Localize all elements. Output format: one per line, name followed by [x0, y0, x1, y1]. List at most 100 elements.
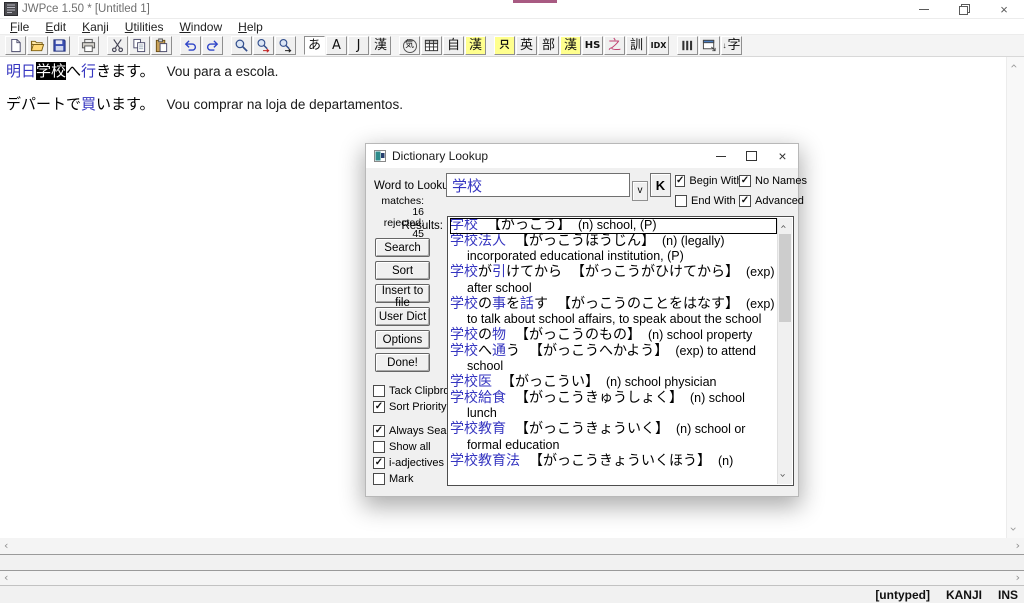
results-list[interactable]: 学校【がっこう】(n) school, (P)学校法人【がっこうほうじん】(n)…	[447, 216, 794, 486]
minimize-button[interactable]	[904, 0, 944, 18]
scroll-left-icon[interactable]: ‹	[4, 539, 8, 552]
scroll-up-icon[interactable]: ›	[777, 224, 790, 228]
user-dict-icon: 自	[447, 39, 460, 52]
results-scrollbar[interactable]: › ›	[777, 218, 792, 484]
new-file-button[interactable]	[5, 36, 26, 55]
scrollbar-thumb[interactable]	[779, 234, 791, 322]
word-lookup-input[interactable]: 学校	[446, 173, 630, 197]
scroll-right-icon[interactable]: ›	[1016, 539, 1020, 552]
result-segment: (n) school, (P)	[578, 218, 657, 232]
text-segment: います。	[96, 95, 155, 113]
kanji-info-button[interactable]: 気	[399, 36, 420, 55]
scroll-right-icon[interactable]: ›	[1016, 571, 1020, 584]
text-segment: デパートで	[6, 95, 81, 113]
kanji-lookup-icon: 漢	[564, 39, 577, 52]
skip-icon: 之	[608, 39, 621, 52]
scroll-down-icon[interactable]: ›	[777, 473, 790, 477]
close-button[interactable]: ×	[984, 0, 1024, 18]
result-entry[interactable]: 学校教育【がっこうきょういく】(n) school or formal educ…	[450, 422, 777, 453]
search-replace-icon	[256, 38, 271, 53]
halpern-strokes-button[interactable]: HS	[582, 36, 603, 55]
menu-kanji[interactable]: Kanji	[74, 20, 117, 34]
scroll-up-icon[interactable]: ›	[1006, 64, 1020, 69]
print-button[interactable]	[78, 36, 99, 55]
result-segment: 物	[492, 327, 506, 343]
result-entry[interactable]: 学校が引けてから【がっこうがひけてから】(exp) after school	[450, 265, 777, 296]
result-segment: (n) school physician	[606, 375, 716, 389]
cut-button[interactable]	[107, 36, 128, 55]
menu-bar: File Edit Kanji Utilities Window Help	[0, 19, 1024, 35]
horizontal-scrollbar-top[interactable]: ‹ ›	[0, 538, 1024, 555]
end-with-checkbox[interactable]: End With	[675, 195, 739, 207]
text-segment: Vou para a escola.	[155, 64, 279, 79]
result-entry[interactable]: 学校の事を話す【がっこうのことをはなす】(exp) to talk about …	[450, 297, 777, 328]
minimize-icon	[716, 156, 726, 157]
kanji-lookup-button[interactable]: 漢	[560, 36, 581, 55]
result-entry[interactable]: 学校の物【がっこうのもの】(n) school property	[450, 328, 777, 344]
menu-edit[interactable]: Edit	[37, 20, 74, 34]
checkbox-box: ✓	[373, 457, 385, 469]
result-entry[interactable]: 学校法人【がっこうほうじん】(n) (legally) incorporated…	[450, 234, 777, 265]
user-dictionary-button[interactable]: 自	[443, 36, 464, 55]
window-options-button[interactable]	[699, 36, 720, 55]
horizontal-scrollbar-bottom[interactable]: ‹ ›	[0, 571, 1024, 586]
begin-with-checkbox[interactable]: ✓Begin With	[675, 175, 739, 187]
undo-button[interactable]	[180, 36, 201, 55]
save-file-button[interactable]	[49, 36, 70, 55]
replace-button[interactable]	[253, 36, 274, 55]
user-dict-button[interactable]: User Dict	[375, 307, 430, 326]
no-names-checkbox[interactable]: ✓No Names	[739, 175, 807, 187]
radical-grid-lookup-button[interactable]	[421, 36, 442, 55]
result-segment: 学校	[450, 264, 478, 280]
bottom-strip	[0, 555, 1024, 571]
advanced-checkbox[interactable]: ✓Advanced	[739, 195, 807, 207]
options-button[interactable]: Options	[375, 330, 430, 349]
skip-code-button[interactable]: 之	[604, 36, 625, 55]
jascii-mode-button[interactable]: J	[348, 36, 369, 55]
bushu-lookup-button[interactable]: 部	[538, 36, 559, 55]
restore-button[interactable]	[944, 0, 984, 18]
menu-window[interactable]: Window	[171, 20, 230, 34]
kanji-mode-button[interactable]: 漢	[370, 36, 391, 55]
jis-code-lookup-button[interactable]: 只	[494, 36, 515, 55]
scroll-left-icon[interactable]: ‹	[4, 571, 8, 584]
clipboard-icon	[154, 38, 169, 53]
result-entry[interactable]: 学校医【がっこうい】(n) school physician	[450, 375, 777, 391]
done-button[interactable]: Done!	[375, 353, 430, 372]
lookup-history-dropdown[interactable]: v	[632, 181, 648, 201]
hiragana-mode-button[interactable]: あ	[304, 36, 325, 55]
result-entry[interactable]: 学校教育法【がっこうきょういくほう】(n)	[450, 454, 777, 470]
search-button[interactable]: Search	[375, 238, 430, 257]
k-convert-button[interactable]: K	[650, 173, 671, 197]
scroll-down-icon[interactable]: ›	[1006, 527, 1020, 532]
kanji-convert-button[interactable]: 漢	[465, 36, 486, 55]
menu-help[interactable]: Help	[230, 20, 271, 34]
ascii-mode-button[interactable]: A	[326, 36, 347, 55]
reading-lookup-button[interactable]: 訓	[626, 36, 647, 55]
text-segment: Vou comprar na loja de departamentos.	[155, 97, 403, 112]
search-button[interactable]	[231, 36, 252, 55]
dialog-close-button[interactable]: ×	[767, 144, 798, 168]
english-lookup-button[interactable]: 英	[516, 36, 537, 55]
copy-button[interactable]	[129, 36, 150, 55]
character-info-button[interactable]: ↓字	[721, 36, 742, 55]
text-segment: へ	[66, 62, 81, 80]
editor-vertical-scrollbar[interactable]: › ›	[1006, 57, 1024, 538]
paste-button[interactable]	[151, 36, 172, 55]
search-next-button[interactable]	[275, 36, 296, 55]
count-button[interactable]	[677, 36, 698, 55]
dialog-minimize-button[interactable]	[705, 144, 736, 168]
index-lookup-button[interactable]: IDX	[648, 36, 669, 55]
result-segment: が	[478, 264, 492, 280]
menu-utilities[interactable]: Utilities	[117, 20, 172, 34]
sort-button[interactable]: Sort	[375, 261, 430, 280]
redo-button[interactable]	[202, 36, 223, 55]
result-entry[interactable]: 学校給食【がっこうきゅうしょく】(n) school lunch	[450, 391, 777, 422]
insert-to-file-button[interactable]: Insert to file	[375, 284, 430, 303]
dialog-maximize-button[interactable]	[736, 144, 767, 168]
result-entry[interactable]: 学校【がっこう】(n) school, (P)	[450, 218, 777, 234]
open-file-button[interactable]	[27, 36, 48, 55]
menu-file[interactable]: File	[2, 20, 37, 34]
ascii-icon: A	[332, 39, 341, 52]
result-entry[interactable]: 学校へ通う【がっこうへかよう】(exp) to attend school	[450, 344, 777, 375]
